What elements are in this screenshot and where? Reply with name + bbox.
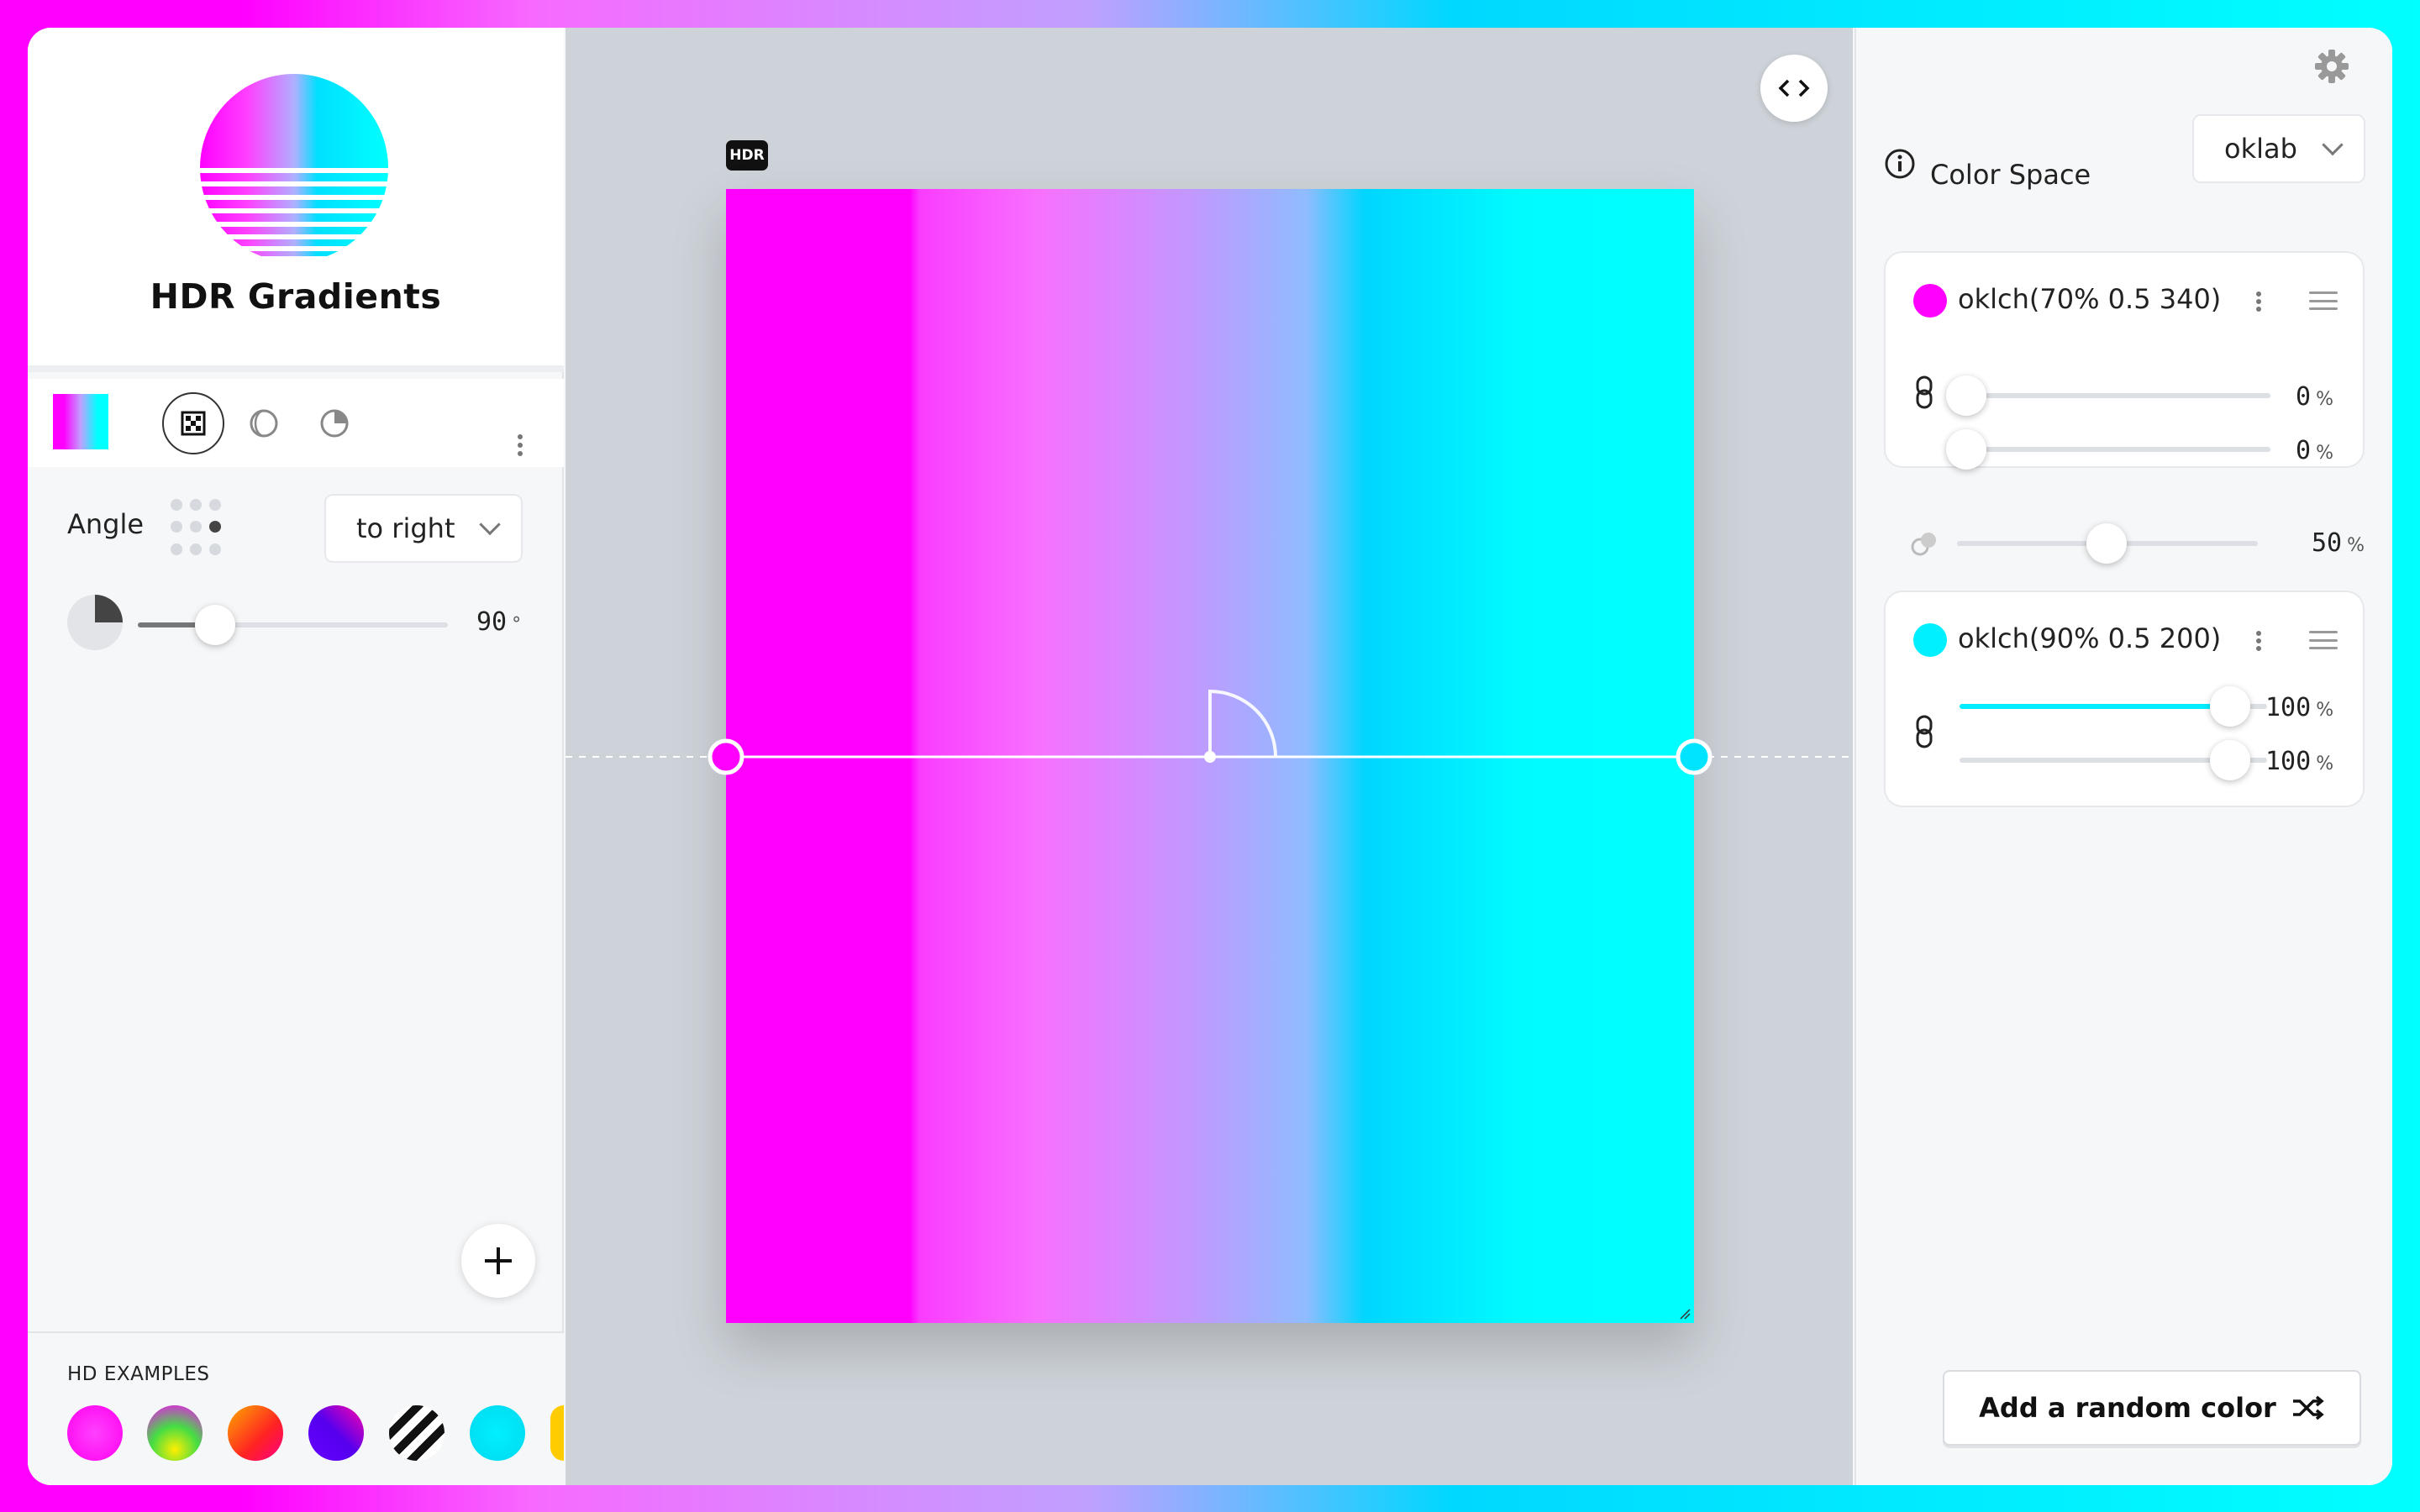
stop-hint-thumb[interactable] [2210, 740, 2250, 780]
chevron-down-icon [479, 513, 501, 536]
conic-gradient-button[interactable] [303, 392, 366, 454]
chevron-down-icon [2322, 134, 2344, 156]
brand-header: HDR Gradients [28, 28, 564, 372]
unit: % [2316, 389, 2333, 410]
unit: % [2316, 443, 2333, 464]
left-panel: HDR Gradients Angle to right 90 ° HD EXA… [28, 28, 564, 1485]
example-swatch[interactable] [228, 1405, 283, 1461]
drag-handle-icon[interactable] [2309, 631, 2338, 649]
shuffle-icon [2292, 1395, 2324, 1420]
color-stop-swatch[interactable] [1913, 623, 1947, 657]
direction-dot[interactable] [190, 521, 202, 533]
linear-gradient-icon [181, 411, 206, 436]
direction-select-value: to right [356, 512, 455, 544]
add-random-color-label: Add a random color [1979, 1392, 2276, 1424]
color-space-value: oklab [2224, 133, 2297, 165]
end-stop-handle[interactable] [1676, 738, 1712, 775]
start-stop-handle[interactable] [708, 738, 744, 775]
angle-slider-thumb[interactable] [195, 605, 236, 645]
direction-dot[interactable] [190, 499, 202, 511]
example-swatch[interactable] [67, 1405, 123, 1461]
stop-more-icon[interactable] [2252, 631, 2265, 651]
direction-picker[interactable] [171, 499, 229, 558]
color-stop-swatch[interactable] [1913, 284, 1947, 318]
midpoint-thumb[interactable] [2086, 523, 2127, 564]
example-swatch[interactable] [308, 1405, 364, 1461]
add-random-color-button[interactable]: Add a random color [1943, 1370, 2361, 1446]
stop-hint-value: 100% [2265, 747, 2333, 776]
color-space-select[interactable]: oklab [2192, 114, 2365, 183]
add-layer-button[interactable] [461, 1224, 535, 1298]
right-panel: Color Space oklab oklch(70% 0.5 340) 0% … [1854, 28, 2392, 1485]
stop-more-icon[interactable] [2252, 291, 2265, 312]
angle-pie-icon [67, 595, 123, 650]
stop-hint-number: 100 [2265, 747, 2312, 776]
direction-dot[interactable] [190, 543, 202, 555]
stop-position-thumb[interactable] [2210, 686, 2250, 727]
unit: % [2316, 753, 2334, 774]
center-point[interactable] [1204, 751, 1216, 763]
app-window: HDR Gradients Angle to right 90 ° HD EXA… [28, 28, 2392, 1485]
stop-position-value: 100% [2265, 693, 2333, 722]
angle-number: 90 [476, 607, 508, 637]
stop-hint-slider[interactable] [1961, 447, 2270, 452]
midpoint-value: 50% [2312, 528, 2365, 558]
link-icon[interactable] [1914, 715, 1934, 748]
stop-position-thumb[interactable] [1946, 375, 1986, 416]
direction-select[interactable]: to right [324, 494, 523, 563]
color-stop-card: oklch(90% 0.5 200) 100% 100% [1884, 591, 2365, 807]
gradient-line-overlay [566, 689, 1853, 775]
midpoint-icon [1911, 533, 1936, 556]
direction-dot[interactable] [171, 521, 182, 533]
plus-icon [485, 1247, 512, 1274]
direction-dot[interactable] [171, 543, 182, 555]
direction-dot[interactable] [209, 543, 221, 555]
unit: % [2347, 535, 2365, 556]
direction-dot[interactable] [171, 499, 182, 511]
linear-gradient-button[interactable] [162, 392, 224, 454]
stop-position-value: 0% [2296, 382, 2333, 412]
info-icon[interactable] [1883, 147, 1917, 181]
link-icon[interactable] [1914, 375, 1934, 409]
color-stop-card: oklch(70% 0.5 340) 0% 0% [1884, 251, 2365, 470]
direction-dot-active[interactable] [209, 521, 221, 533]
angle-label: Angle [67, 508, 145, 540]
stop-hint-value: 0% [2296, 436, 2333, 465]
midpoint-number: 50 [2312, 528, 2343, 558]
example-swatch[interactable] [389, 1405, 445, 1461]
color-space-label: Color Space [1930, 159, 2091, 191]
drag-handle-icon[interactable] [2309, 291, 2338, 310]
example-swatch[interactable] [550, 1405, 564, 1461]
radial-gradient-button[interactable] [233, 392, 295, 454]
example-swatch[interactable] [147, 1405, 203, 1461]
angle-slider[interactable] [138, 622, 448, 627]
stop-position-number: 100 [2265, 693, 2312, 722]
example-swatch[interactable] [470, 1405, 525, 1461]
stop-position-number: 0 [2296, 382, 2312, 412]
angle-unit: ° [512, 614, 522, 635]
color-stop-value[interactable]: oklch(90% 0.5 200) [1958, 622, 2221, 654]
angle-value: 90 ° [476, 607, 521, 637]
stop-hint-number: 0 [2296, 436, 2312, 465]
app-title: HDR Gradients [150, 276, 442, 317]
radial-gradient-icon [250, 409, 278, 438]
toolbar-more-icon[interactable] [513, 434, 527, 456]
stop-hint-thumb[interactable] [1946, 429, 1986, 470]
conic-gradient-icon [320, 409, 349, 438]
gear-icon[interactable] [2313, 48, 2350, 85]
canvas-area: HDR [566, 28, 1853, 1485]
angle-arc-icon [1208, 689, 1277, 758]
direction-dot[interactable] [209, 499, 221, 511]
color-stop-value[interactable]: oklch(70% 0.5 340) [1958, 283, 2221, 315]
logo-icon [200, 74, 388, 256]
examples-title: HD EXAMPLES [67, 1363, 210, 1385]
unit: % [2316, 700, 2334, 721]
stop-position-slider[interactable] [1961, 393, 2270, 398]
gradient-preview-swatch[interactable] [53, 394, 108, 449]
